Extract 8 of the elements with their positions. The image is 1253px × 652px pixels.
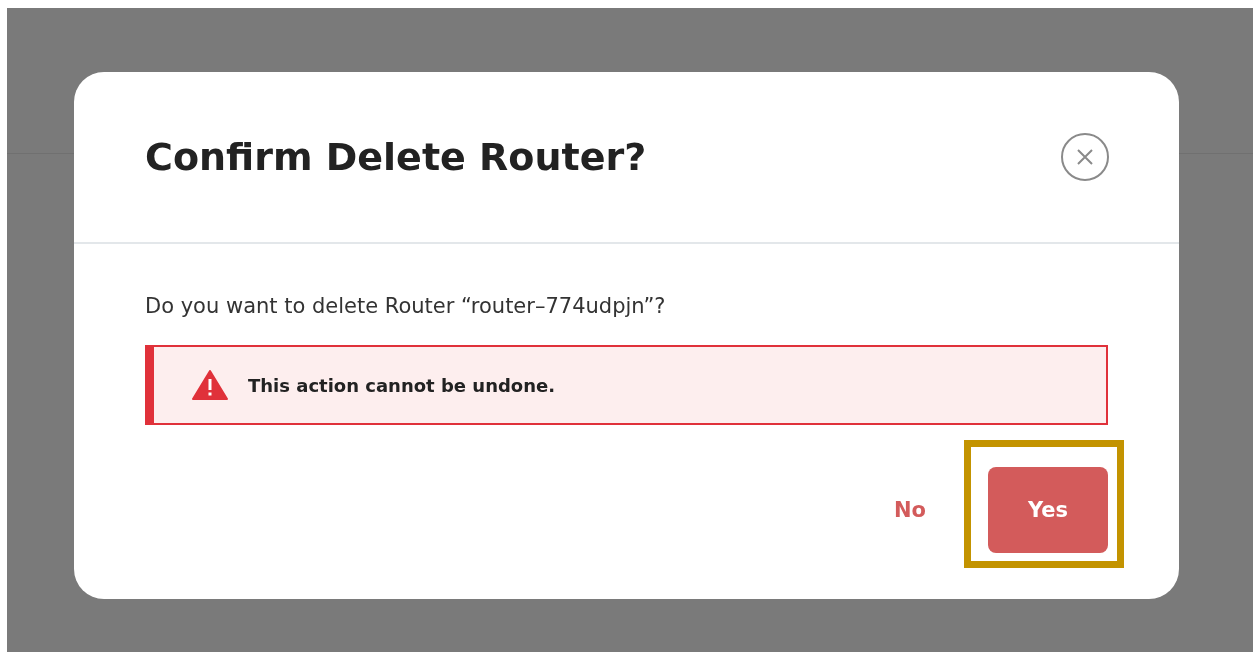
warning-icon	[192, 370, 228, 400]
confirm-message: Do you want to delete Router “router–774udpjn”?	[145, 294, 667, 318]
close-button[interactable]	[1061, 133, 1109, 181]
cancel-button[interactable]: No	[874, 467, 946, 553]
warning-text: This action cannot be undone.	[248, 374, 556, 396]
confirm-button[interactable]: Yes	[988, 467, 1108, 553]
dialog-title: Confirm Delete Router?	[145, 135, 647, 179]
close-icon	[1075, 147, 1095, 167]
